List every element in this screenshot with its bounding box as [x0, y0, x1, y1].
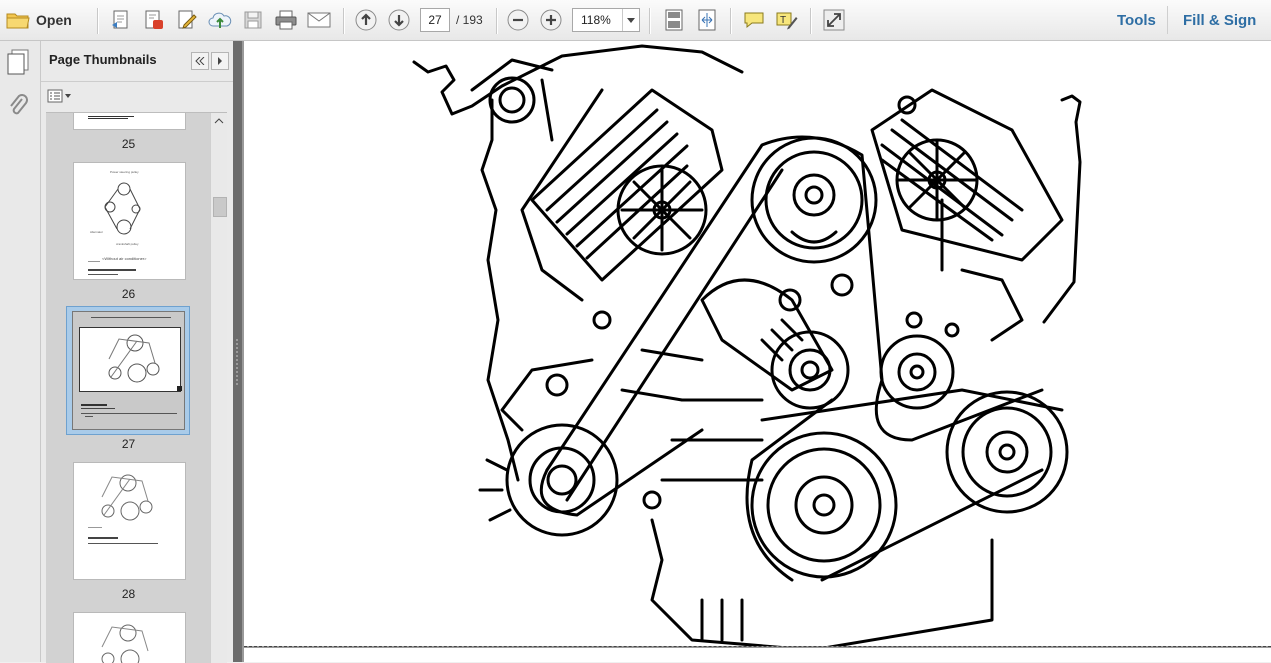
scrollbar-thumb[interactable] — [213, 197, 227, 217]
plus-circle-icon — [540, 9, 562, 31]
pdf-page — [244, 41, 1271, 652]
double-chevron-left-icon — [195, 57, 205, 65]
separator — [496, 8, 498, 34]
thumbnail-options-button[interactable] — [47, 88, 73, 104]
arrow-down-icon — [388, 9, 410, 31]
edit-pdf-button[interactable] — [173, 6, 201, 34]
engine-diagram-small — [101, 624, 149, 663]
engine-diagram-small — [101, 474, 153, 521]
zoom-select[interactable]: 118% — [572, 8, 640, 32]
tools-link[interactable]: Tools — [1117, 12, 1156, 29]
separator — [343, 8, 345, 34]
page-total: / 193 — [456, 13, 483, 27]
separator — [810, 8, 812, 34]
chevron-down-icon — [622, 9, 639, 31]
expand-panel-button[interactable] — [211, 52, 229, 70]
separator — [730, 8, 732, 34]
highlight-text-button[interactable]: T — [773, 6, 801, 34]
engine-belt-diagram — [412, 44, 1082, 652]
thumbnail-page-28[interactable] — [73, 462, 186, 580]
folder-icon — [6, 13, 30, 29]
separator — [97, 8, 99, 34]
navigation-rail — [0, 41, 41, 662]
thumbnail-caption: crankshaft pulley — [116, 242, 139, 246]
email-button[interactable] — [305, 6, 333, 34]
panel-splitter[interactable] — [233, 41, 242, 662]
scroll-up-icon[interactable] — [213, 117, 225, 125]
main-toolbar: Open 27 / 193 118% T Tools Fill & Sign — [0, 0, 1271, 41]
thumbnail-caption: Power steering pulley — [110, 170, 139, 174]
svg-text:T: T — [780, 15, 786, 26]
thumbnail-list[interactable]: 25 Power steering pulley Alternator cran… — [46, 112, 227, 663]
fill-and-sign-link[interactable]: Fill & Sign — [1183, 12, 1256, 29]
envelope-icon — [307, 12, 331, 28]
panel-header: Page Thumbnails — [41, 41, 233, 82]
paperclip-icon — [10, 94, 28, 115]
cloud-upload-icon — [208, 12, 232, 28]
separator — [1167, 6, 1168, 34]
print-button[interactable] — [272, 6, 300, 34]
panel-title: Page Thumbnails — [49, 52, 157, 67]
save-disk-icon — [244, 11, 262, 29]
thumbnail-label: 25 — [121, 137, 136, 151]
page-thumbnails-rail-button[interactable] — [6, 49, 30, 78]
fit-width-button[interactable] — [693, 6, 721, 34]
thumbnail-label: 26 — [121, 287, 136, 301]
pages-icon — [7, 49, 29, 75]
upload-button[interactable] — [206, 6, 234, 34]
fit-width-icon — [698, 9, 716, 31]
pdf-next-page — [244, 648, 1271, 662]
chevron-right-icon — [218, 57, 222, 65]
thumbnail-scrollbar[interactable] — [210, 113, 227, 663]
speech-bubble-icon — [744, 12, 764, 29]
separator — [649, 8, 651, 34]
thumbnail-page-25[interactable] — [73, 113, 186, 130]
thumbnail-caption: Alternator — [90, 230, 104, 234]
expand-icon — [823, 9, 845, 31]
minus-circle-icon — [507, 9, 529, 31]
save-button[interactable] — [239, 6, 267, 34]
open-label: Open — [36, 12, 72, 28]
create-pdf-icon — [112, 10, 128, 29]
thumbnail-page-27[interactable] — [72, 311, 185, 430]
collapse-panel-button[interactable] — [191, 52, 209, 70]
export-pdf-icon — [145, 10, 163, 29]
comment-button[interactable] — [740, 6, 768, 34]
engine-diagram-small — [108, 334, 160, 383]
options-list-icon — [47, 89, 71, 103]
page-number-input[interactable]: 27 — [420, 8, 450, 32]
create-pdf-button[interactable] — [107, 6, 135, 34]
thumbnail-label: 27 — [121, 437, 136, 451]
thumbnail-label: 28 — [121, 587, 136, 601]
fit-page-button[interactable] — [660, 6, 688, 34]
fit-page-icon — [665, 9, 683, 31]
open-button[interactable]: Open — [6, 7, 72, 33]
zoom-out-button[interactable] — [504, 6, 532, 34]
belt-diagram-small — [104, 182, 141, 235]
attachments-rail-button[interactable] — [8, 93, 28, 122]
next-page-button[interactable] — [385, 6, 413, 34]
export-pdf-button[interactable] — [140, 6, 168, 34]
highlight-pen-icon: T — [776, 12, 798, 30]
thumbnail-caption: <Without air conditioner> — [102, 256, 147, 261]
zoom-in-button[interactable] — [537, 6, 565, 34]
thumbnail-page-29[interactable] — [73, 612, 186, 663]
edit-pdf-icon — [178, 10, 197, 29]
page-thumbnails-panel: Page Thumbnails 25 Power steering pulley — [41, 41, 233, 663]
arrow-up-icon — [355, 9, 377, 31]
zoom-value: 118% — [581, 13, 611, 27]
full-screen-button[interactable] — [820, 6, 848, 34]
page-boundary — [244, 646, 1271, 647]
printer-icon — [275, 10, 297, 30]
previous-page-button[interactable] — [352, 6, 380, 34]
thumbnail-page-26[interactable]: Power steering pulley Alternator cranksh… — [73, 162, 186, 280]
document-view[interactable] — [242, 41, 1271, 662]
